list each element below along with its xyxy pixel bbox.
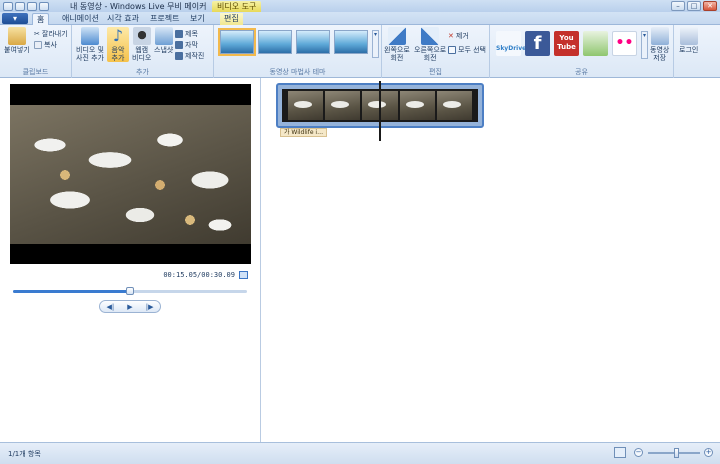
themes-group: ▾ 동영상 마법사 테마 (214, 25, 382, 78)
webcam-icon (132, 27, 151, 45)
contextual-tab-title: 비디오 도구 (212, 1, 262, 12)
theme-default[interactable] (218, 28, 256, 56)
caption-chip[interactable]: 가 Wildlife i… (280, 128, 328, 137)
redo-icon[interactable] (27, 1, 37, 11)
title-bar: 내 동영상 - Windows Live 무비 메이커 비디오 도구 – □ ✕ (0, 0, 720, 12)
tab-project[interactable]: 프로젝트 (146, 13, 183, 25)
themes-scroll-button[interactable]: ▾ (372, 30, 379, 58)
zoom-in-button[interactable]: + (704, 448, 713, 457)
clip-thumbnail (436, 91, 473, 120)
remove-button[interactable]: ✕ 제거 (448, 31, 469, 41)
save-movie-button[interactable]: 동영상 저장 (650, 27, 669, 62)
add-videos-photos-button[interactable]: 비디오 및 사진 추가 (76, 27, 104, 62)
editing-group: 왼쪽으로 회전 오른쪽으로 회전 ✕ 제거 모두 선택 편집 (382, 25, 490, 78)
facebook-icon[interactable]: f (525, 31, 550, 56)
playhead[interactable] (379, 81, 381, 141)
tab-home[interactable]: 홈 (32, 13, 50, 25)
rotate-left-button[interactable]: 왼쪽으로 회전 (384, 27, 410, 62)
transport-controls: ◀| ▶ |▶ (99, 300, 161, 313)
quick-access-toolbar (0, 0, 49, 12)
snapshot-icon (154, 27, 173, 45)
themes-group-label: 동영상 마법사 테마 (269, 68, 326, 76)
credits-button[interactable]: 제작진 (175, 51, 204, 61)
next-frame-button[interactable]: |▶ (146, 303, 154, 311)
flickr-icon[interactable]: •• (612, 31, 637, 56)
add-music-button[interactable]: ♪ 음악 추가 (107, 27, 129, 62)
fullscreen-icon[interactable] (239, 271, 248, 279)
previous-frame-button[interactable]: ◀| (107, 303, 115, 311)
zoom-thumb[interactable] (673, 448, 679, 458)
timecode: 00:15.05/00:30.09 (163, 271, 235, 279)
paste-button[interactable]: 붙여넣기 (4, 27, 30, 54)
tab-animations[interactable]: 애니메이션 (58, 13, 103, 25)
theme-contemporary[interactable] (258, 30, 292, 54)
title-icon (175, 30, 183, 38)
video-frame-image (10, 105, 251, 244)
seek-bar[interactable] (13, 287, 247, 295)
close-button[interactable]: ✕ (703, 1, 717, 11)
credits-icon (175, 52, 183, 60)
ribbon: 붙여넣기 ✂ 잘라내기 복사 클립보드 비디오 및 사진 추가 ♪ 음악 추가 … (0, 25, 720, 78)
copy-button[interactable]: 복사 (34, 40, 57, 50)
caption-icon (175, 41, 183, 49)
youtube-icon[interactable]: You Tube (554, 31, 579, 56)
zoom-slider[interactable] (648, 448, 700, 458)
aspect-ratio-icon[interactable] (614, 447, 626, 458)
cut-button[interactable]: ✂ 잘라내기 (34, 29, 68, 39)
status-bar: 1/1개 항목 − + (0, 442, 720, 464)
share-scroll-button[interactable]: ▾ (641, 31, 648, 59)
add-group-label: 추가 (136, 68, 149, 76)
clipboard-group: 붙여넣기 ✂ 잘라내기 복사 클립보드 (0, 25, 72, 78)
sign-in-button[interactable]: 로그인 (679, 27, 698, 54)
ribbon-tab-row: ▾ 홈 애니메이션 시각 효과 프로젝트 보기 편집 (0, 12, 720, 25)
customize-qat-icon[interactable] (39, 1, 49, 11)
preview-pane: 00:15.05/00:30.09 ◀| ▶ |▶ (0, 78, 261, 442)
share-group-label: 공유 (575, 68, 588, 76)
clipboard-group-label: 클립보드 (22, 68, 49, 76)
music-note-icon: ♪ (112, 26, 124, 45)
storyboard-pane: 가 Wildlife i… (262, 78, 720, 442)
seek-fill (13, 290, 130, 293)
messenger-icon[interactable] (583, 31, 608, 56)
rotate-right-icon (421, 27, 440, 45)
title-button[interactable]: 제목 (175, 29, 198, 39)
undo-icon[interactable] (15, 1, 25, 11)
rotate-right-button[interactable]: 오른쪽으로 회전 (414, 27, 446, 62)
share-group: SkyDrive f You Tube •• ▾ 동영상 저장 공유 (490, 25, 674, 78)
theme-cinematic[interactable] (296, 30, 330, 54)
snapshot-button[interactable]: 스냅샷 (154, 27, 173, 54)
save-icon[interactable] (3, 1, 13, 11)
paste-icon (7, 27, 26, 45)
select-all-button[interactable]: 모두 선택 (448, 45, 486, 55)
skydrive-icon[interactable]: SkyDrive (496, 31, 526, 56)
tab-edit[interactable]: 편집 (220, 13, 243, 25)
theme-fade[interactable] (334, 30, 368, 54)
play-button[interactable]: ▶ (127, 303, 132, 311)
rotate-left-icon (387, 27, 406, 45)
window-title: 내 동영상 - Windows Live 무비 메이커 (70, 2, 207, 11)
clip-thumbnail (325, 91, 361, 120)
zoom-out-button[interactable]: − (634, 448, 643, 457)
webcam-video-button[interactable]: 웹캠 비디오 (132, 27, 151, 62)
remove-x-icon: ✕ (448, 32, 454, 40)
maximize-button[interactable]: □ (687, 1, 701, 11)
video-preview[interactable] (10, 84, 251, 264)
sign-in-icon (679, 27, 698, 45)
item-count: 1/1개 항목 (8, 450, 41, 458)
minimize-button[interactable]: – (671, 1, 685, 11)
film-photo-icon (81, 27, 99, 45)
caption-button[interactable]: 자막 (175, 40, 198, 50)
clip-thumbnail (288, 91, 324, 120)
add-group: 비디오 및 사진 추가 ♪ 음악 추가 웹캠 비디오 스냅샷 제목 자막 제작진… (72, 25, 214, 78)
seek-thumb[interactable] (126, 287, 134, 295)
app-menu-button[interactable]: ▾ (2, 13, 28, 24)
copy-icon (34, 41, 42, 49)
editing-group-label: 편집 (429, 68, 442, 76)
tab-view[interactable]: 보기 (186, 13, 209, 25)
select-all-icon (448, 46, 456, 54)
save-movie-icon (650, 27, 669, 45)
tab-visual-effects[interactable]: 시각 효과 (103, 13, 143, 25)
scissors-icon: ✂ (34, 30, 40, 38)
clip-thumbnail (399, 91, 435, 120)
